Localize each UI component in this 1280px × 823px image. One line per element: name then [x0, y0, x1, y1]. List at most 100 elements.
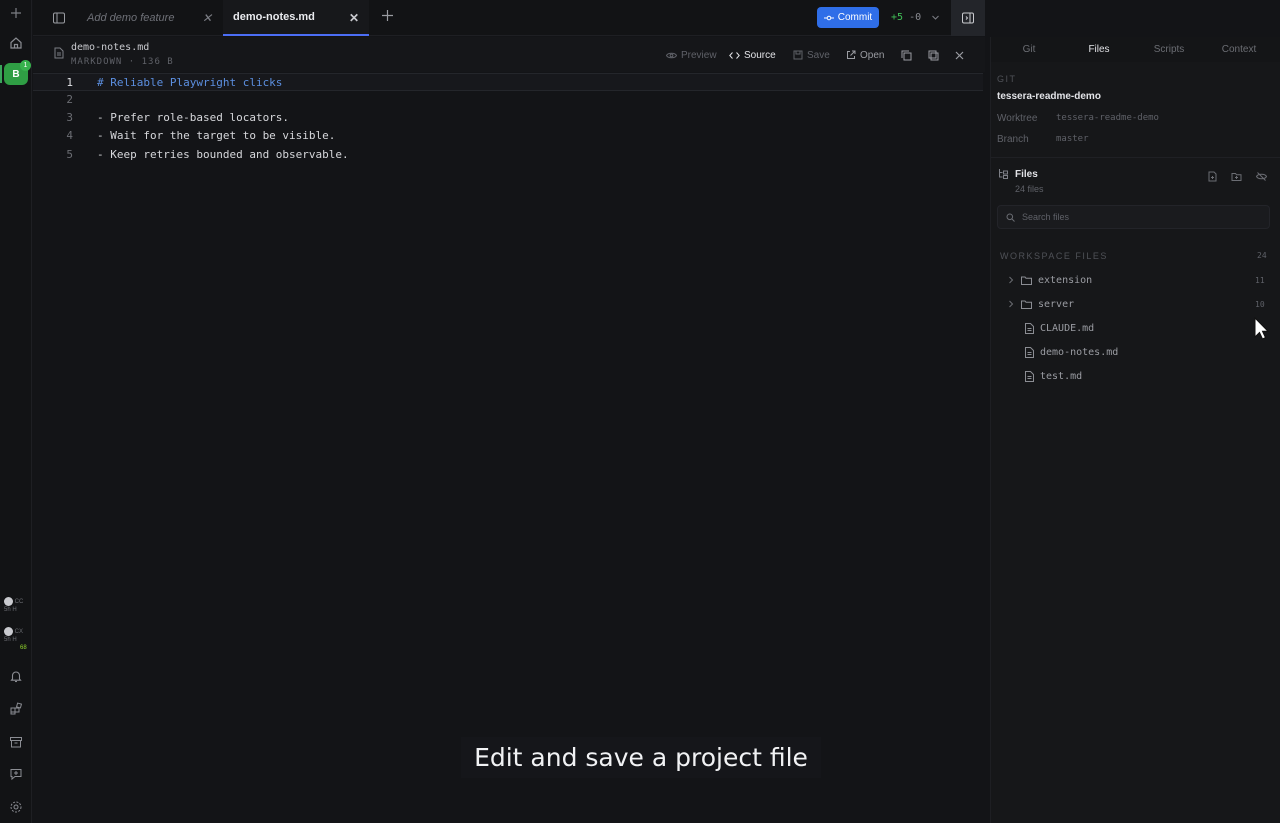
code-line[interactable]: 2: [33, 91, 983, 109]
mouse-cursor-icon: [1254, 317, 1269, 341]
editor-file-name: demo-notes.md: [71, 42, 150, 53]
workspace-files-label: WORKSPACE FILES: [1000, 251, 1108, 261]
line-text: - Wait for the target to be visible.: [97, 129, 336, 142]
close-icon[interactable]: ✕: [349, 11, 359, 25]
eye-icon: [666, 52, 677, 58]
panel-tab-context[interactable]: Context: [1204, 44, 1274, 55]
copy-path-icon[interactable]: [901, 48, 912, 62]
file-icon: [1025, 370, 1034, 382]
active-workspace-marker: [0, 65, 2, 83]
branch-value: master: [1056, 134, 1089, 144]
workspace-files-count: 24: [1257, 251, 1267, 260]
search-placeholder: Search files: [1022, 212, 1070, 222]
tree-file-claude-md[interactable]: CLAUDE.md: [1025, 318, 1094, 338]
folder-file-count: 10: [1255, 300, 1265, 309]
preview-button[interactable]: Preview: [666, 48, 717, 62]
right-panel: [990, 37, 1280, 823]
file-icon: [1025, 346, 1034, 358]
line-number: 5: [66, 148, 73, 161]
close-editor-icon[interactable]: [955, 48, 964, 62]
lines-added: +5: [891, 12, 904, 23]
caption-overlay: Edit and save a project file: [461, 737, 821, 778]
file-icon: [54, 47, 64, 59]
files-count: 24 files: [1015, 184, 1044, 194]
panel-right-icon: [962, 12, 974, 24]
commit-button[interactable]: Commit: [817, 7, 879, 28]
toggle-sidebar-icon[interactable]: [49, 8, 69, 28]
save-button[interactable]: Save: [793, 48, 830, 62]
repo-name: tessera-readme-demo: [997, 91, 1101, 102]
worktree-value: tessera-readme-demo: [1056, 113, 1159, 123]
file-tree-icon: [998, 168, 1009, 179]
panel-tabs: Git Files Scripts Context: [991, 37, 1280, 62]
folder-icon: [1021, 276, 1032, 285]
lines-removed: -0: [909, 12, 922, 23]
code-line[interactable]: 3 - Prefer role-based locators.: [33, 109, 983, 127]
source-button[interactable]: Source: [729, 48, 776, 62]
search-files-input[interactable]: Search files: [997, 205, 1270, 229]
chevron-down-icon[interactable]: [931, 13, 940, 22]
line-text: # Reliable Playwright clicks: [97, 76, 283, 89]
worktree-label: Worktree: [997, 113, 1038, 124]
new-file-icon[interactable]: [1207, 171, 1218, 182]
add-workspace-icon[interactable]: [6, 3, 26, 23]
archive-icon[interactable]: [6, 732, 26, 752]
line-number: 2: [66, 93, 73, 106]
save-icon: [793, 50, 803, 60]
file-icon: [1025, 322, 1034, 334]
code-line[interactable]: 5 - Keep retries bounded and observable.: [33, 146, 983, 164]
usage-meter-cc[interactable]: CC 5h H: [4, 597, 30, 614]
tab-add-demo-feature[interactable]: Add demo feature ✕: [77, 0, 222, 36]
new-folder-icon[interactable]: [1231, 171, 1242, 182]
line-text: - Keep retries bounded and observable.: [97, 148, 349, 161]
panel-tab-git[interactable]: Git: [994, 44, 1064, 55]
panel-tab-files[interactable]: Files: [1064, 44, 1134, 55]
external-link-icon: [847, 50, 856, 59]
editor-header: [33, 37, 985, 73]
commit-icon: [823, 15, 834, 20]
toggle-panel-button[interactable]: [951, 0, 985, 36]
code-line[interactable]: 1 # Reliable Playwright clicks: [33, 73, 983, 91]
hide-files-icon[interactable]: [1256, 171, 1267, 182]
files-title: Files: [1015, 169, 1038, 180]
new-tab-icon[interactable]: [381, 9, 394, 22]
search-icon: [1006, 213, 1015, 222]
branch-label: Branch: [997, 134, 1029, 145]
code-editor[interactable]: 1 # Reliable Playwright clicks 2 3 - Pre…: [33, 72, 985, 823]
usage-meter-cx[interactable]: CX 5h H 68: [4, 627, 30, 652]
copy-content-icon[interactable]: [928, 48, 939, 62]
divider: [991, 157, 1280, 158]
folder-file-count: 11: [1255, 276, 1265, 285]
git-section-label: GIT: [997, 74, 1017, 84]
tab-label: demo-notes.md: [233, 11, 315, 23]
activity-rail: B 1 CC 5h H CX 5h H 68: [0, 0, 32, 823]
panel-tab-scripts[interactable]: Scripts: [1134, 44, 1204, 55]
bell-icon[interactable]: [6, 666, 26, 686]
workspace-notification-count: 1: [20, 60, 31, 71]
tree-folder-server[interactable]: server: [1007, 294, 1074, 314]
code-icon: [729, 51, 740, 59]
folder-icon: [1021, 300, 1032, 309]
line-number: 3: [66, 111, 73, 124]
home-icon[interactable]: [6, 33, 26, 53]
chevron-right-icon: [1009, 276, 1014, 284]
line-text: - Prefer role-based locators.: [97, 111, 290, 124]
code-line[interactable]: 4 - Wait for the target to be visible.: [33, 127, 983, 145]
tree-file-test-md[interactable]: test.md: [1025, 366, 1082, 386]
gear-icon[interactable]: [6, 797, 26, 817]
close-icon[interactable]: ✕: [202, 11, 212, 25]
line-number: 4: [66, 129, 73, 142]
tab-demo-notes[interactable]: demo-notes.md ✕: [223, 0, 369, 36]
openai-icon: [4, 627, 13, 636]
diff-stats: +5 -0: [891, 12, 921, 23]
open-button[interactable]: Open: [846, 48, 884, 62]
extensions-icon[interactable]: [6, 699, 26, 719]
editor-file-meta: MARKDOWN · 136 B: [71, 57, 174, 67]
feedback-icon[interactable]: [6, 764, 26, 784]
tab-label: Add demo feature: [87, 12, 175, 24]
claude-icon: [4, 597, 13, 606]
tree-file-demo-notes-md[interactable]: demo-notes.md: [1025, 342, 1118, 362]
chevron-right-icon: [1009, 300, 1014, 308]
line-number: 1: [66, 76, 73, 89]
tree-folder-extension[interactable]: extension: [1007, 270, 1092, 290]
